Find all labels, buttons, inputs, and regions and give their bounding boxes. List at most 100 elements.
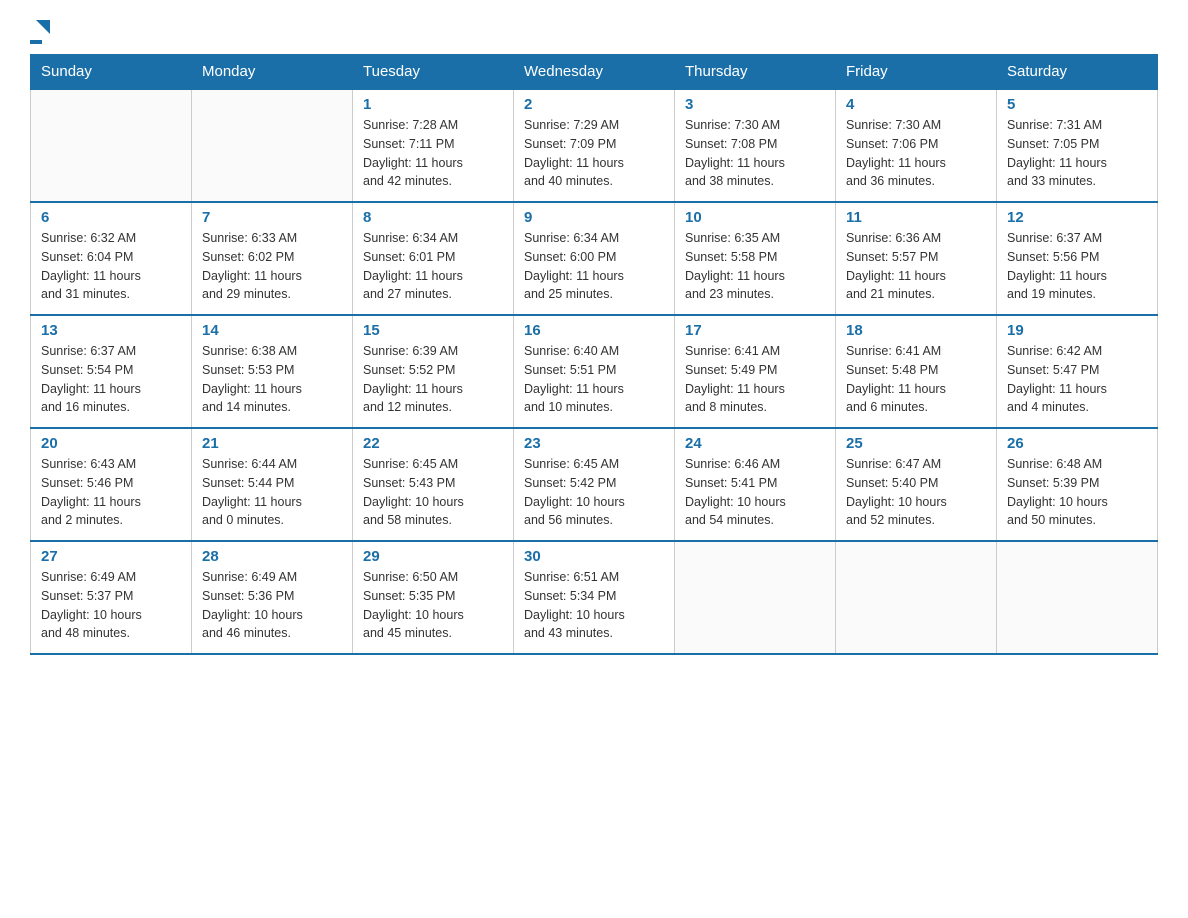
calendar-cell: 9 Sunrise: 6:34 AMSunset: 6:00 PMDaylight… (514, 202, 675, 315)
day-info: Sunrise: 6:40 AMSunset: 5:51 PMDaylight:… (524, 342, 664, 417)
day-number: 15 (363, 322, 503, 339)
day-number: 20 (41, 435, 181, 452)
day-number: 9 (524, 209, 664, 226)
calendar-week-row: 1 Sunrise: 7:28 AMSunset: 7:11 PMDaylight… (31, 89, 1158, 202)
calendar-cell: 28 Sunrise: 6:49 AMSunset: 5:36 PMDayligh… (192, 541, 353, 654)
day-info: Sunrise: 6:43 AMSunset: 5:46 PMDaylight:… (41, 455, 181, 530)
calendar-cell (675, 541, 836, 654)
day-info: Sunrise: 6:45 AMSunset: 5:43 PMDaylight:… (363, 455, 503, 530)
calendar-cell (836, 541, 997, 654)
day-number: 6 (41, 209, 181, 226)
day-info: Sunrise: 6:50 AMSunset: 5:35 PMDaylight:… (363, 568, 503, 643)
day-info: Sunrise: 6:49 AMSunset: 5:37 PMDaylight:… (41, 568, 181, 643)
day-number: 7 (202, 209, 342, 226)
day-info: Sunrise: 6:32 AMSunset: 6:04 PMDaylight:… (41, 229, 181, 304)
day-number: 27 (41, 548, 181, 565)
calendar-cell: 17 Sunrise: 6:41 AMSunset: 5:49 PMDayligh… (675, 315, 836, 428)
day-number: 23 (524, 435, 664, 452)
logo-blue (30, 40, 42, 44)
calendar-cell: 7 Sunrise: 6:33 AMSunset: 6:02 PMDaylight… (192, 202, 353, 315)
day-number: 22 (363, 435, 503, 452)
calendar-cell: 18 Sunrise: 6:41 AMSunset: 5:48 PMDayligh… (836, 315, 997, 428)
day-info: Sunrise: 6:46 AMSunset: 5:41 PMDaylight:… (685, 455, 825, 530)
calendar-cell: 23 Sunrise: 6:45 AMSunset: 5:42 PMDayligh… (514, 428, 675, 541)
day-info: Sunrise: 6:33 AMSunset: 6:02 PMDaylight:… (202, 229, 342, 304)
day-info: Sunrise: 6:34 AMSunset: 6:01 PMDaylight:… (363, 229, 503, 304)
day-info: Sunrise: 6:51 AMSunset: 5:34 PMDaylight:… (524, 568, 664, 643)
day-info: Sunrise: 7:29 AMSunset: 7:09 PMDaylight:… (524, 116, 664, 191)
day-number: 8 (363, 209, 503, 226)
logo (30, 20, 54, 44)
calendar-header-row: SundayMondayTuesdayWednesdayThursdayFrid… (31, 55, 1158, 90)
day-number: 10 (685, 209, 825, 226)
calendar-cell: 29Sunrise: 6:50 AMSunset: 5:35 PMDayligh… (353, 541, 514, 654)
calendar-cell: 15 Sunrise: 6:39 AMSunset: 5:52 PMDayligh… (353, 315, 514, 428)
calendar-cell: 1 Sunrise: 7:28 AMSunset: 7:11 PMDaylight… (353, 89, 514, 202)
day-number: 28 (202, 548, 342, 565)
day-info: Sunrise: 6:35 AMSunset: 5:58 PMDaylight:… (685, 229, 825, 304)
day-info: Sunrise: 6:37 AMSunset: 5:56 PMDaylight:… (1007, 229, 1147, 304)
logo-triangle-icon (32, 16, 54, 38)
calendar-cell: 26 Sunrise: 6:48 AMSunset: 5:39 PMDayligh… (997, 428, 1158, 541)
day-info: Sunrise: 7:30 AMSunset: 7:06 PMDaylight:… (846, 116, 986, 191)
calendar-cell: 6 Sunrise: 6:32 AMSunset: 6:04 PMDaylight… (31, 202, 192, 315)
weekday-header-monday: Monday (192, 55, 353, 90)
day-info: Sunrise: 6:47 AMSunset: 5:40 PMDaylight:… (846, 455, 986, 530)
day-number: 4 (846, 96, 986, 113)
calendar-cell: 8 Sunrise: 6:34 AMSunset: 6:01 PMDaylight… (353, 202, 514, 315)
day-info: Sunrise: 6:44 AMSunset: 5:44 PMDaylight:… (202, 455, 342, 530)
day-info: Sunrise: 6:41 AMSunset: 5:49 PMDaylight:… (685, 342, 825, 417)
day-info: Sunrise: 6:41 AMSunset: 5:48 PMDaylight:… (846, 342, 986, 417)
day-info: Sunrise: 6:39 AMSunset: 5:52 PMDaylight:… (363, 342, 503, 417)
calendar-cell: 12Sunrise: 6:37 AMSunset: 5:56 PMDayligh… (997, 202, 1158, 315)
calendar-week-row: 6 Sunrise: 6:32 AMSunset: 6:04 PMDaylight… (31, 202, 1158, 315)
calendar-cell: 3 Sunrise: 7:30 AMSunset: 7:08 PMDaylight… (675, 89, 836, 202)
calendar-table: SundayMondayTuesdayWednesdayThursdayFrid… (30, 54, 1158, 655)
calendar-cell: 22 Sunrise: 6:45 AMSunset: 5:43 PMDayligh… (353, 428, 514, 541)
calendar-cell: 14 Sunrise: 6:38 AMSunset: 5:53 PMDayligh… (192, 315, 353, 428)
day-number: 3 (685, 96, 825, 113)
day-info: Sunrise: 6:37 AMSunset: 5:54 PMDaylight:… (41, 342, 181, 417)
day-info: Sunrise: 6:36 AMSunset: 5:57 PMDaylight:… (846, 229, 986, 304)
day-info: Sunrise: 7:30 AMSunset: 7:08 PMDaylight:… (685, 116, 825, 191)
day-number: 26 (1007, 435, 1147, 452)
day-info: Sunrise: 6:49 AMSunset: 5:36 PMDaylight:… (202, 568, 342, 643)
calendar-cell: 20 Sunrise: 6:43 AMSunset: 5:46 PMDayligh… (31, 428, 192, 541)
calendar-cell: 19Sunrise: 6:42 AMSunset: 5:47 PMDayligh… (997, 315, 1158, 428)
calendar-cell: 30 Sunrise: 6:51 AMSunset: 5:34 PMDayligh… (514, 541, 675, 654)
weekday-header-tuesday: Tuesday (353, 55, 514, 90)
day-info: Sunrise: 7:31 AMSunset: 7:05 PMDaylight:… (1007, 116, 1147, 191)
day-info: Sunrise: 6:45 AMSunset: 5:42 PMDaylight:… (524, 455, 664, 530)
day-info: Sunrise: 6:34 AMSunset: 6:00 PMDaylight:… (524, 229, 664, 304)
calendar-cell: 24 Sunrise: 6:46 AMSunset: 5:41 PMDayligh… (675, 428, 836, 541)
day-info: Sunrise: 6:38 AMSunset: 5:53 PMDaylight:… (202, 342, 342, 417)
weekday-header-wednesday: Wednesday (514, 55, 675, 90)
day-info: Sunrise: 6:48 AMSunset: 5:39 PMDaylight:… (1007, 455, 1147, 530)
calendar-cell (997, 541, 1158, 654)
calendar-cell (192, 89, 353, 202)
page-header (30, 20, 1158, 44)
calendar-cell: 11Sunrise: 6:36 AMSunset: 5:57 PMDayligh… (836, 202, 997, 315)
day-number: 30 (524, 548, 664, 565)
calendar-cell (31, 89, 192, 202)
weekday-header-sunday: Sunday (31, 55, 192, 90)
calendar-cell: 21 Sunrise: 6:44 AMSunset: 5:44 PMDayligh… (192, 428, 353, 541)
day-number: 24 (685, 435, 825, 452)
day-number: 1 (363, 96, 503, 113)
weekday-header-friday: Friday (836, 55, 997, 90)
calendar-week-row: 13Sunrise: 6:37 AMSunset: 5:54 PMDayligh… (31, 315, 1158, 428)
day-number: 16 (524, 322, 664, 339)
day-number: 21 (202, 435, 342, 452)
calendar-cell: 16 Sunrise: 6:40 AMSunset: 5:51 PMDayligh… (514, 315, 675, 428)
day-info: Sunrise: 7:28 AMSunset: 7:11 PMDaylight:… (363, 116, 503, 191)
day-number: 18 (846, 322, 986, 339)
calendar-week-row: 20 Sunrise: 6:43 AMSunset: 5:46 PMDayligh… (31, 428, 1158, 541)
day-number: 5 (1007, 96, 1147, 113)
weekday-header-thursday: Thursday (675, 55, 836, 90)
weekday-header-saturday: Saturday (997, 55, 1158, 90)
day-number: 14 (202, 322, 342, 339)
day-number: 17 (685, 322, 825, 339)
calendar-cell: 10 Sunrise: 6:35 AMSunset: 5:58 PMDayligh… (675, 202, 836, 315)
calendar-cell: 2Sunrise: 7:29 AMSunset: 7:09 PMDaylight… (514, 89, 675, 202)
day-number: 19 (1007, 322, 1147, 339)
